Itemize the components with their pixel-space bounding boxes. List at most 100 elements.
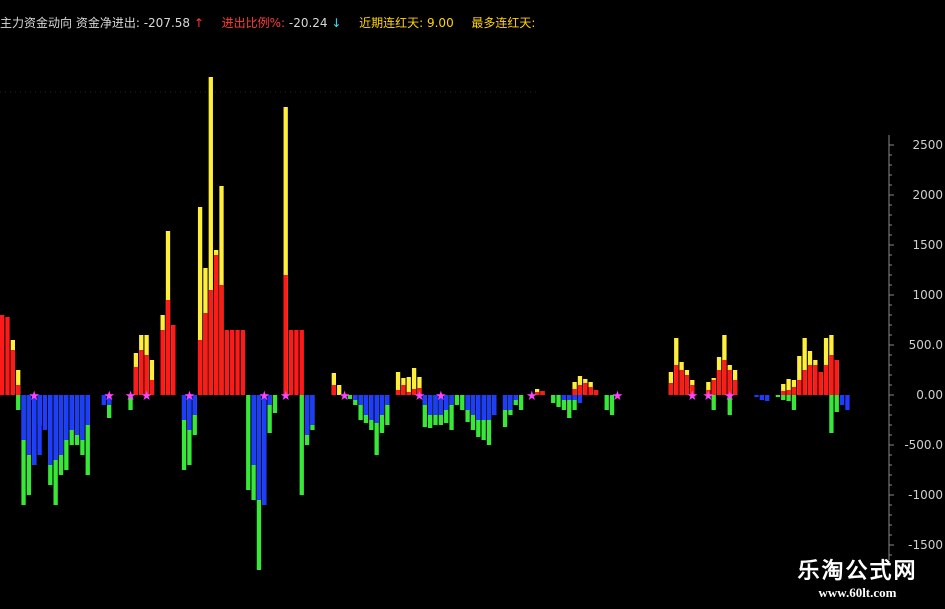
blue-bar — [85, 395, 90, 425]
blue-bar — [765, 395, 770, 401]
indicator-header: 主力资金动向 资金净进出: -207.58 ↑ 进出比例%: -20.24 ↓ … — [0, 14, 535, 31]
blue-bar — [374, 395, 379, 423]
blue-bar — [845, 395, 850, 410]
red-bar — [668, 383, 674, 395]
star-marker: ★ — [612, 389, 624, 404]
red-bar — [834, 360, 839, 395]
star-marker: ★ — [703, 389, 715, 404]
green-bar — [246, 395, 251, 490]
red-bar — [283, 275, 288, 395]
blue-bar — [449, 395, 454, 405]
red-bar — [401, 385, 406, 395]
blue-bar — [470, 395, 476, 415]
blue-bar — [385, 395, 390, 405]
watermark: 乐淘公式网 www.60lt.com — [770, 551, 945, 609]
green-bar — [775, 395, 781, 397]
green-bar — [518, 395, 524, 410]
star-marker: ★ — [280, 389, 292, 404]
y-tick-label: -500.0 — [904, 438, 943, 452]
red-bar — [593, 390, 599, 395]
ratio-arrow-icon: ↓ — [331, 16, 342, 30]
red-bar — [203, 313, 208, 395]
blue-bar — [465, 395, 470, 410]
blue-bar — [486, 395, 492, 420]
ratio-value: -20.24 — [288, 16, 328, 30]
blue-bar — [577, 395, 583, 403]
red-bar — [197, 340, 203, 395]
blue-bar — [567, 395, 572, 400]
star-marker: ★ — [414, 389, 426, 404]
blue-bar — [256, 395, 262, 500]
red-bar — [5, 317, 10, 395]
red-bar — [781, 391, 786, 395]
blue-bar — [754, 395, 759, 397]
red-bar — [674, 365, 679, 395]
green-bar — [460, 395, 465, 410]
star-marker: ★ — [28, 389, 40, 404]
red-bar — [165, 300, 171, 395]
blue-bar — [74, 395, 80, 435]
y-tick-label: 2000 — [912, 188, 943, 202]
star-marker: ★ — [258, 389, 270, 404]
y-tick-label: 1000 — [912, 288, 943, 302]
red-bar — [171, 325, 176, 395]
indicator-title: 主力资金动向 — [0, 16, 73, 30]
green-bar — [834, 395, 839, 412]
blue-bar — [80, 395, 85, 440]
red-bar — [679, 370, 684, 395]
red-bar — [829, 355, 834, 395]
blue-bar — [428, 395, 433, 415]
star-marker: ★ — [125, 389, 137, 404]
blue-bar — [369, 395, 374, 420]
green-bar — [829, 395, 834, 433]
red-bar — [572, 389, 577, 395]
fund-flow-chart: ★ ★ ★ ★ ★ ★ ★ ★ ★ ★ ★ ★ ★ ★ ★ 2500 2000 1500 1000 500.0 0.00… — [0, 77, 943, 570]
blue-bar — [358, 395, 363, 405]
blue-bar — [492, 395, 497, 415]
red-bar — [716, 370, 722, 395]
red-bar — [791, 387, 797, 395]
red-bar — [540, 391, 545, 395]
blue-bar — [304, 395, 310, 435]
green-bar — [791, 395, 797, 410]
green-bar — [16, 395, 21, 410]
green-bar — [781, 395, 786, 400]
blue-bar — [251, 395, 256, 465]
watermark-brand: 乐淘公式网 — [797, 558, 918, 584]
star-marker: ★ — [724, 389, 736, 404]
recent-red-days-label: 近期连红天: — [359, 16, 424, 30]
red-bar — [395, 390, 401, 395]
blue-bar — [310, 395, 315, 425]
blue-bar — [69, 395, 74, 430]
blue-bar — [37, 395, 42, 455]
red-bar — [208, 290, 213, 395]
green-bar — [272, 395, 278, 413]
blue-bar — [513, 395, 518, 400]
y-tick-label: 0.00 — [916, 388, 943, 402]
green-bar — [786, 395, 791, 401]
chart-root: ★ ★ ★ ★ ★ ★ ★ ★ ★ ★ ★ ★ ★ ★ ★ 2500 2000 1500 1000 500.0 0.00… — [0, 0, 945, 609]
blue-bar — [481, 395, 486, 420]
green-bar — [454, 395, 460, 405]
blue-bar — [572, 395, 577, 400]
red-bar — [588, 387, 593, 395]
net-flow-label: 资金净进出: — [75, 16, 140, 30]
blue-bar — [48, 395, 53, 465]
blue-bar — [64, 395, 69, 440]
red-bar — [10, 350, 15, 395]
red-bar — [294, 330, 299, 395]
net-flow-arrow-icon: ↑ — [193, 16, 204, 30]
green-bar — [551, 395, 556, 403]
blue-bar — [42, 395, 48, 430]
y-tick-label: 1500 — [912, 238, 943, 252]
blue-bar — [32, 395, 37, 465]
red-bar — [583, 383, 588, 395]
blue-bar — [476, 395, 481, 420]
green-bar — [604, 395, 609, 410]
green-bar — [556, 395, 561, 407]
blue-bar — [363, 395, 369, 415]
y-tick-label: 500.0 — [909, 338, 943, 352]
star-marker: ★ — [435, 389, 447, 404]
net-flow-value: -207.58 — [143, 16, 191, 30]
red-bar — [807, 365, 813, 395]
